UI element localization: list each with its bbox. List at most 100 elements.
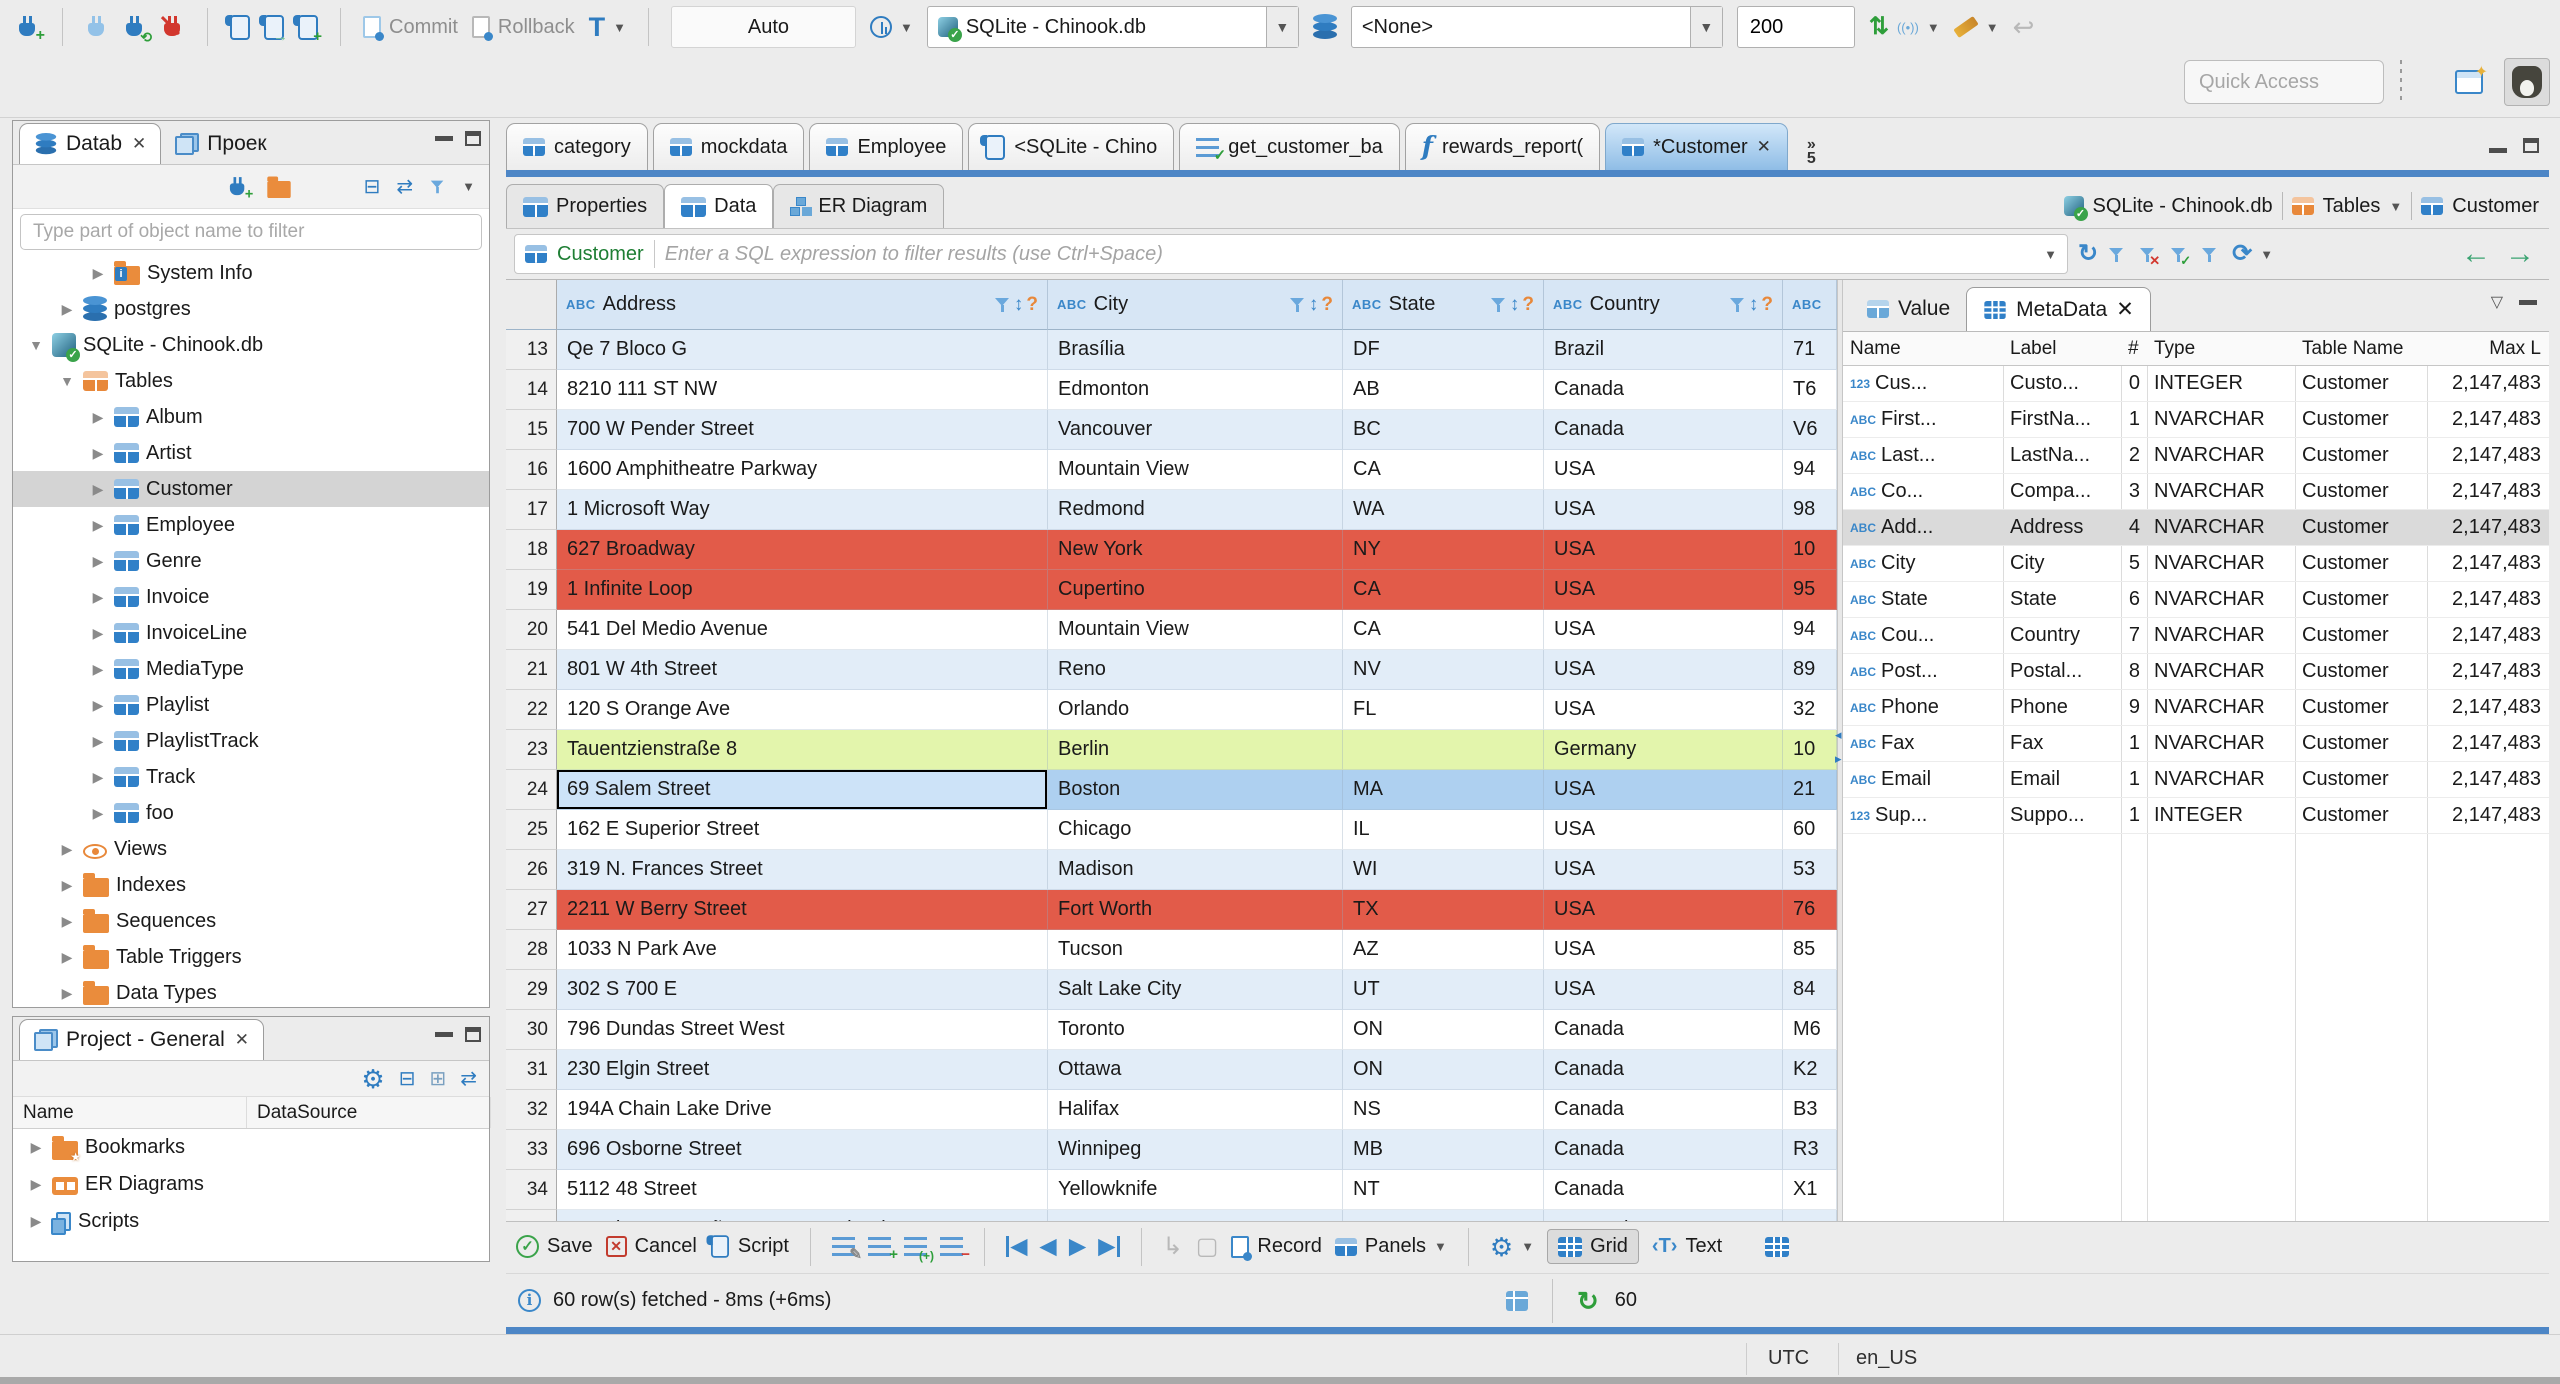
cell-country[interactable]: Canada	[1544, 1050, 1783, 1090]
cell-country[interactable]: USA	[1544, 890, 1783, 930]
open-perspective-button[interactable]	[2446, 58, 2492, 106]
fetch-size-input[interactable]	[1736, 6, 1855, 48]
sort-icon[interactable]: ↕	[1510, 295, 1520, 314]
meta-column-header-max-l[interactable]: Max L	[2427, 338, 2548, 360]
filter-funnel-icon[interactable]	[1729, 296, 1746, 313]
expand-arrow-icon[interactable]: ▶	[27, 1213, 45, 1230]
cell-postal[interactable]: R3	[1783, 1130, 1837, 1170]
table-row-30[interactable]: 30 796 Dundas Street West Toronto ON Canada M…	[506, 1010, 1837, 1050]
cell-state[interactable]: AZ	[1343, 930, 1544, 970]
cell-address[interactable]: 69 Salem Street	[557, 770, 1048, 810]
chevron-down-icon[interactable]: ▼	[1265, 7, 1298, 47]
column-header-address[interactable]: ABC Address ↕?	[557, 280, 1048, 330]
meta-column-header-table-name[interactable]: Table Name	[2295, 338, 2427, 360]
script-button[interactable]: Script	[706, 1234, 789, 1259]
cell-state[interactable]: MB	[1343, 1130, 1544, 1170]
cell-state[interactable]: IL	[1343, 810, 1544, 850]
transaction-log-button[interactable]: T ▼	[589, 13, 626, 41]
cell-state[interactable]: NT	[1343, 1170, 1544, 1210]
settings-button[interactable]: ⚙ ▼	[1490, 1234, 1534, 1260]
column-header-country[interactable]: ABC Country ↕?	[1544, 280, 1783, 330]
close-icon[interactable]: ✕	[132, 134, 146, 154]
first-row-icon[interactable]: ◀	[1005, 1236, 1027, 1257]
dbeaver-perspective-button[interactable]	[2504, 58, 2550, 106]
record-button[interactable]: Record	[1231, 1235, 1322, 1261]
disconnect-icon[interactable]	[160, 14, 185, 40]
meta-row-address[interactable]: ABC Add... Address 4 NVARCHAR Customer 2,147,4…	[1843, 510, 2549, 546]
previous-row-icon[interactable]: ◀	[1040, 1236, 1056, 1257]
cell-city[interactable]: Vancouver	[1048, 410, 1343, 450]
cell-country[interactable]: USA	[1544, 530, 1783, 570]
sql-editor-icon[interactable]	[225, 14, 250, 40]
result-tab-data[interactable]: Data	[664, 184, 774, 228]
cell-postal[interactable]: 21	[1783, 770, 1837, 810]
cell-postal[interactable]: 10	[1783, 730, 1837, 770]
cell-state[interactable]: NV	[1343, 650, 1544, 690]
edit-row-icon[interactable]: ✎	[831, 1237, 862, 1262]
tab-database-navigator[interactable]: Datab ✕	[19, 123, 162, 164]
cell-postal[interactable]: M6	[1783, 1010, 1837, 1050]
table-row-15[interactable]: 15 700 W Pender Street Vancouver BC Canada V6	[506, 410, 1837, 450]
tree-item-data-types[interactable]: ▶ Data Types	[13, 975, 489, 1007]
open-sql-editor-icon[interactable]: →	[259, 14, 288, 44]
tree-item-views[interactable]: ▶ Views	[13, 831, 489, 867]
cell-country[interactable]: Canada	[1544, 1170, 1783, 1210]
cell-country[interactable]: USA	[1544, 850, 1783, 890]
tree-item-invoiceline[interactable]: ▶ InvoiceLine	[13, 615, 489, 651]
grid-config-icon[interactable]	[1765, 1236, 1790, 1257]
tab-metadata[interactable]: MetaData ✕	[1966, 287, 2151, 331]
table-row-28[interactable]: 28 1033 N Park Ave Tucson AZ USA 85	[506, 930, 1837, 970]
close-icon[interactable]: ✕	[235, 1030, 249, 1050]
auto-refresh-icon[interactable]: ↻	[1577, 1288, 1599, 1314]
maximize-icon[interactable]	[465, 131, 481, 146]
cell-postal[interactable]: 32	[1783, 690, 1837, 730]
tree-item-sequences[interactable]: ▶ Sequences	[13, 903, 489, 939]
cell-postal[interactable]: 89	[1783, 650, 1837, 690]
cell-city[interactable]: Ottawa	[1048, 1050, 1343, 1090]
table-row-27[interactable]: 27 2211 W Berry Street Fort Worth TX USA 76	[506, 890, 1837, 930]
expand-arrow-icon[interactable]: ▶	[89, 265, 107, 282]
cell-postal[interactable]: 94	[1783, 610, 1837, 650]
cell-country[interactable]: USA	[1544, 570, 1783, 610]
cell-address[interactable]: 120 S Orange Ave	[557, 690, 1048, 730]
chevron-down-icon[interactable]: ▼	[2044, 247, 2057, 262]
link-editor-icon[interactable]: ⇄	[460, 1069, 477, 1089]
object-filter-input[interactable]	[20, 214, 482, 250]
cell-city[interactable]: Reno	[1048, 650, 1343, 690]
tree-item-foo[interactable]: ▶ foo	[13, 795, 489, 831]
expand-arrow-icon[interactable]: ▶	[27, 1139, 45, 1156]
add-row-icon[interactable]: +	[867, 1237, 898, 1262]
meta-column-header-name[interactable]: Name	[1843, 338, 2003, 360]
meta-row-compa[interactable]: ABC Co... Compa... 3 NVARCHAR Customer 2,147,4…	[1843, 474, 2549, 510]
cell-country[interactable]: Canada	[1544, 1130, 1783, 1170]
expand-arrow-icon[interactable]: ▶	[89, 625, 107, 642]
table-row-18[interactable]: 18 627 Broadway New York NY USA 10	[506, 530, 1837, 570]
filter-funnel-icon[interactable]	[1289, 296, 1306, 313]
cell-postal[interactable]: 84	[1783, 970, 1837, 1010]
cell-postal[interactable]: 10	[1783, 530, 1837, 570]
locale-label[interactable]: en_US	[1856, 1347, 1917, 1370]
cell-city[interactable]: Winnipeg	[1048, 1130, 1343, 1170]
panels-button[interactable]: Panels ▼	[1334, 1235, 1447, 1258]
cell-address[interactable]: 541 Del Medio Avenue	[557, 610, 1048, 650]
column-header-partial[interactable]: ABC	[1783, 280, 1837, 330]
cell-state[interactable]: AB	[1343, 370, 1544, 410]
editor-tab-rewards-report[interactable]: f rewards_report(	[1404, 123, 1601, 170]
cell-state[interactable]: WI	[1343, 850, 1544, 890]
close-icon[interactable]: ✕	[1757, 137, 1771, 157]
cell-address[interactable]: 2211 W Berry Street	[557, 890, 1048, 930]
expand-arrow-icon[interactable]: ▶	[89, 733, 107, 750]
timezone-label[interactable]: UTC	[1768, 1347, 1809, 1370]
cell-city[interactable]: Halifax	[1048, 1090, 1343, 1130]
cell-state[interactable]: UT	[1343, 970, 1544, 1010]
cell-country[interactable]: USA	[1544, 450, 1783, 490]
filter-field[interactable]: Customer ▼	[514, 234, 2068, 274]
table-row-25[interactable]: 25 162 E Superior Street Chicago IL USA 60	[506, 810, 1837, 850]
expand-arrow-icon[interactable]: ▶	[58, 841, 76, 858]
cell-city[interactable]: Redmond	[1048, 490, 1343, 530]
cell-city[interactable]: Mountain View	[1048, 610, 1343, 650]
tree-item-playlist[interactable]: ▶ Playlist	[13, 687, 489, 723]
cell-state[interactable]: CA	[1343, 450, 1544, 490]
minimize-icon[interactable]	[435, 1032, 453, 1037]
sort-icon[interactable]: ↕	[1309, 295, 1319, 314]
